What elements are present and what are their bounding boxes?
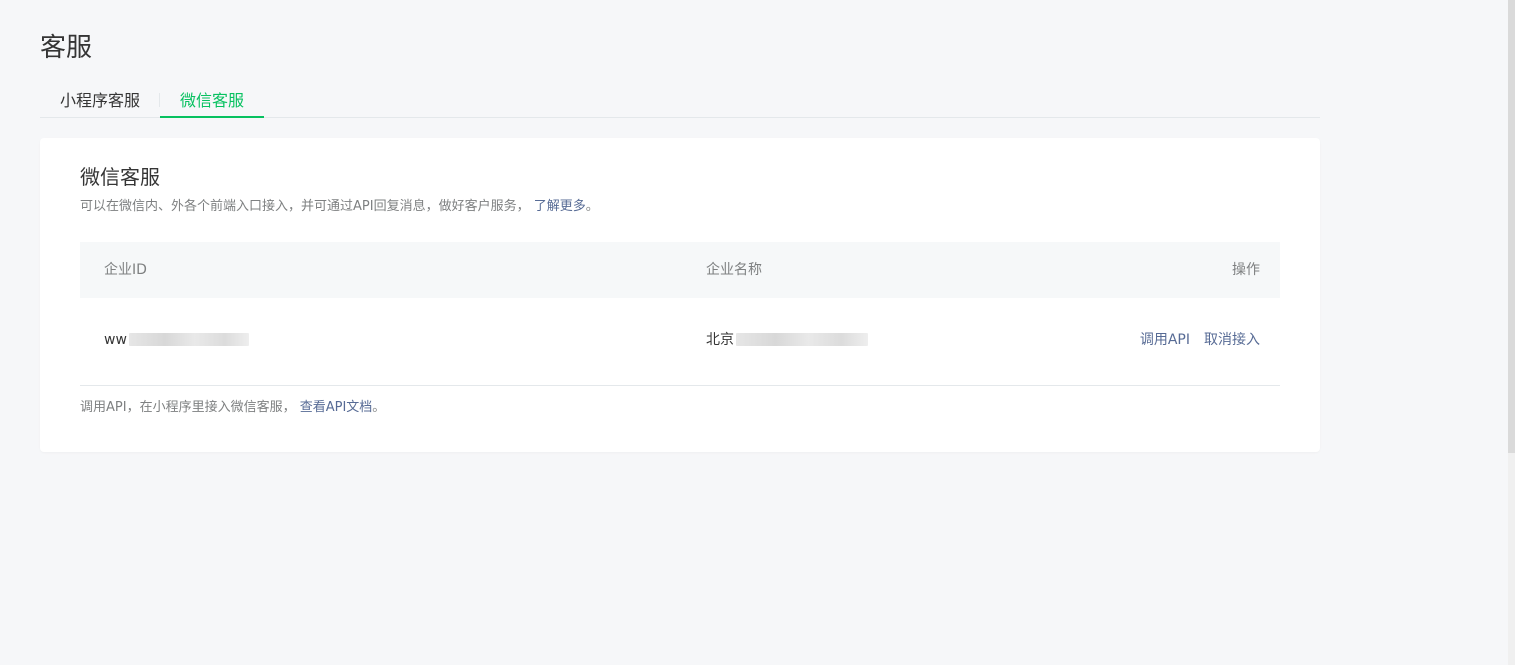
tab-bar: 小程序客服 微信客服 xyxy=(40,84,1320,118)
enterprise-table: 企业ID 企业名称 操作 ww 北京 调用API 取消接入 xyxy=(80,242,1280,386)
enterprise-name-cell: 北京 xyxy=(706,298,868,382)
enterprise-name-text: 北京 xyxy=(706,332,734,348)
call-api-link[interactable]: 调用API xyxy=(1140,332,1190,348)
header-operation: 操作 xyxy=(1232,262,1260,278)
header-enterprise-id: 企业ID xyxy=(104,262,147,278)
page-scrollbar[interactable] xyxy=(1508,0,1515,665)
description-end: 。 xyxy=(585,199,599,214)
footer-end: 。 xyxy=(372,400,386,415)
view-api-docs-link[interactable]: 查看API文档 xyxy=(300,400,373,415)
page-title: 客服 xyxy=(40,33,93,63)
api-footer-note: 调用API，在小程序里接入微信客服， 查看API文档。 xyxy=(80,398,385,418)
tab-miniprogram-service[interactable]: 小程序客服 xyxy=(40,84,160,117)
description-text: 可以在微信内、外各个前端入口接入，并可通过API回复消息，做好客户服务， xyxy=(80,199,530,214)
footer-text: 调用API，在小程序里接入微信客服， xyxy=(80,400,296,415)
enterprise-id-cell: ww xyxy=(104,298,249,382)
learn-more-link[interactable]: 了解更多 xyxy=(534,199,586,214)
cancel-access-link[interactable]: 取消接入 xyxy=(1204,332,1260,348)
table-header: 企业ID 企业名称 操作 xyxy=(80,242,1280,298)
header-enterprise-name: 企业名称 xyxy=(706,262,762,278)
table-row: ww 北京 调用API 取消接入 xyxy=(80,298,1280,386)
redacted-id-mask xyxy=(128,332,249,346)
card-title: 微信客服 xyxy=(80,165,160,189)
card-description: 可以在微信内、外各个前端入口接入，并可通过API回复消息，做好客户服务， 了解更… xyxy=(80,197,599,217)
operation-cell: 调用API 取消接入 xyxy=(1140,298,1260,382)
scrollbar-thumb[interactable] xyxy=(1508,0,1515,453)
redacted-name-mask xyxy=(736,332,868,346)
enterprise-id-text: ww xyxy=(104,332,127,348)
wechat-service-card: 微信客服 可以在微信内、外各个前端入口接入，并可通过API回复消息，做好客户服务… xyxy=(40,138,1320,452)
tab-wechat-service[interactable]: 微信客服 xyxy=(160,84,264,118)
